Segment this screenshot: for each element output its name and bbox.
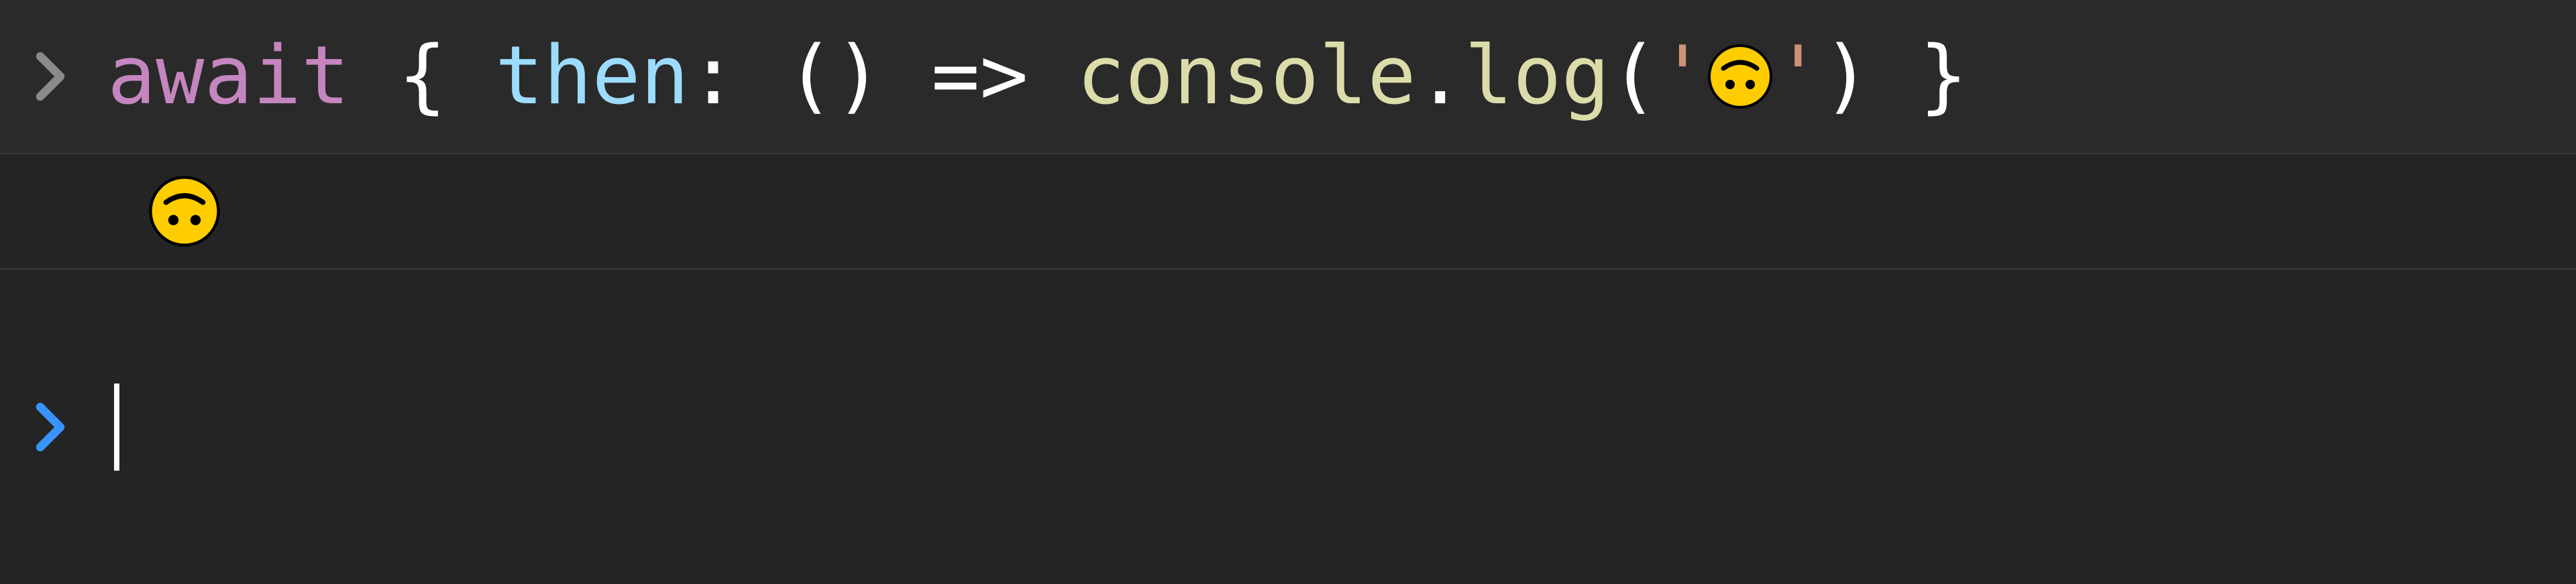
console-input-row: await { then: () => console.log('') } bbox=[0, 0, 2576, 154]
brace-open: { bbox=[398, 20, 446, 133]
string-quote-close: ' bbox=[1774, 20, 1822, 133]
input-prompt-marker bbox=[34, 50, 67, 103]
upside-down-face-icon bbox=[1707, 43, 1774, 110]
property-then: then bbox=[495, 20, 689, 133]
active-prompt-marker bbox=[34, 400, 67, 454]
text-cursor bbox=[114, 384, 119, 471]
keyword-await: await bbox=[107, 20, 350, 133]
method-log: log bbox=[1464, 20, 1610, 133]
chevron-right-icon bbox=[34, 400, 67, 454]
upside-down-face-icon bbox=[148, 174, 221, 248]
console-prompt-row[interactable] bbox=[0, 270, 2576, 584]
code-line: await { then: () => console.log('') } bbox=[107, 20, 1968, 133]
object-console: console bbox=[1077, 20, 1416, 133]
console: await { then: () => console.log('') } bbox=[0, 0, 2576, 584]
chevron-right-icon bbox=[34, 50, 67, 103]
string-quote-open: ' bbox=[1658, 20, 1707, 133]
console-output-row bbox=[0, 154, 2576, 270]
arrow-operator: => bbox=[931, 20, 1028, 133]
brace-close: } bbox=[1919, 20, 1968, 133]
